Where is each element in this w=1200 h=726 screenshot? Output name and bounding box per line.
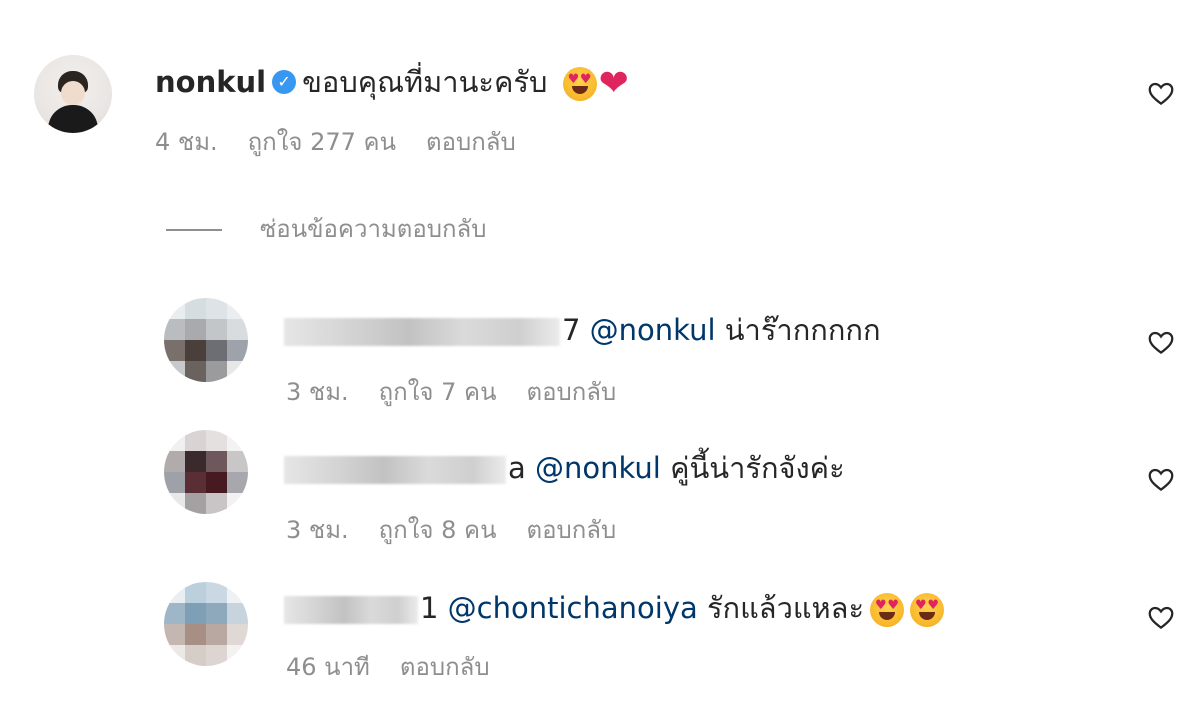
reply-button[interactable]: ตอบกลับ (526, 516, 616, 544)
heart-outline-icon[interactable] (1146, 464, 1176, 494)
comment-meta: 3 ชม. ถูกใจ 8 คน ตอบกลับ (286, 515, 646, 545)
likes-count[interactable]: ถูกใจ 8 คน (379, 516, 497, 544)
red-heart-emoji: ❤ (598, 63, 629, 104)
comment-meta: 4 ชม. ถูกใจ 277 คน ตอบกลับ (155, 127, 546, 157)
avatar[interactable] (34, 55, 112, 133)
timestamp: 46 นาที (286, 653, 370, 681)
comment-line: a @nonkul คู่นี้น่ารักจังค่ะ (284, 450, 845, 486)
timestamp: 3 ชม. (286, 378, 349, 406)
comment-text: ขอบคุณที่มานะครับ (302, 65, 548, 99)
avatar[interactable] (164, 298, 248, 382)
comment-line: 7 @nonkul น่าร๊ากกกกก (284, 312, 881, 348)
username-fragment[interactable]: a (508, 451, 526, 485)
timestamp: 4 ชม. (155, 128, 218, 156)
divider (166, 229, 222, 231)
mention-link[interactable]: @nonkul (590, 313, 716, 347)
comment-line: 1 @chontichanoiya รักแล้วแหละ (284, 590, 945, 627)
reply-button[interactable]: ตอบกลับ (400, 653, 490, 681)
verified-badge-icon: ✓ (272, 70, 297, 94)
heart-outline-icon[interactable] (1146, 327, 1176, 357)
comment-text: รักแล้วแหละ (706, 591, 865, 625)
avatar[interactable] (164, 430, 248, 514)
comment-meta: 3 ชม. ถูกใจ 7 คน ตอบกลับ (286, 377, 646, 407)
comment-line: nonkul ✓ ขอบคุณที่มานะครับ ❤ (155, 64, 629, 102)
smiling-face-with-heart-eyes-emoji (870, 593, 905, 627)
mention-link[interactable]: @chontichanoiya (448, 591, 698, 625)
smiling-face-with-heart-eyes-emoji (562, 67, 597, 101)
reply-button[interactable]: ตอบกลับ (526, 378, 616, 406)
comment-meta: 46 นาที ตอบกลับ (286, 652, 520, 682)
hide-replies-button[interactable]: ซ่อนข้อความตอบกลับ (166, 214, 486, 244)
username-fragment[interactable]: 7 (562, 313, 580, 347)
hide-replies-label: ซ่อนข้อความตอบกลับ (260, 215, 487, 243)
likes-count[interactable]: ถูกใจ 7 คน (379, 378, 497, 406)
timestamp: 3 ชม. (286, 516, 349, 544)
likes-count[interactable]: ถูกใจ 277 คน (248, 128, 396, 156)
comment-text: น่าร๊ากกกกก (724, 313, 881, 347)
comment-text: คู่นี้น่ารักจังค่ะ (670, 451, 845, 485)
heart-outline-icon[interactable] (1146, 78, 1176, 108)
username[interactable]: nonkul (155, 65, 266, 99)
blurred-username (284, 596, 418, 624)
heart-outline-icon[interactable] (1146, 602, 1176, 632)
blurred-username (284, 318, 560, 346)
mention-link[interactable]: @nonkul (535, 451, 661, 485)
smiling-face-with-heart-eyes-emoji (910, 593, 945, 627)
avatar[interactable] (164, 582, 248, 666)
reply-button[interactable]: ตอบกลับ (426, 128, 516, 156)
username-fragment[interactable]: 1 (420, 591, 438, 625)
blurred-username (284, 456, 506, 484)
